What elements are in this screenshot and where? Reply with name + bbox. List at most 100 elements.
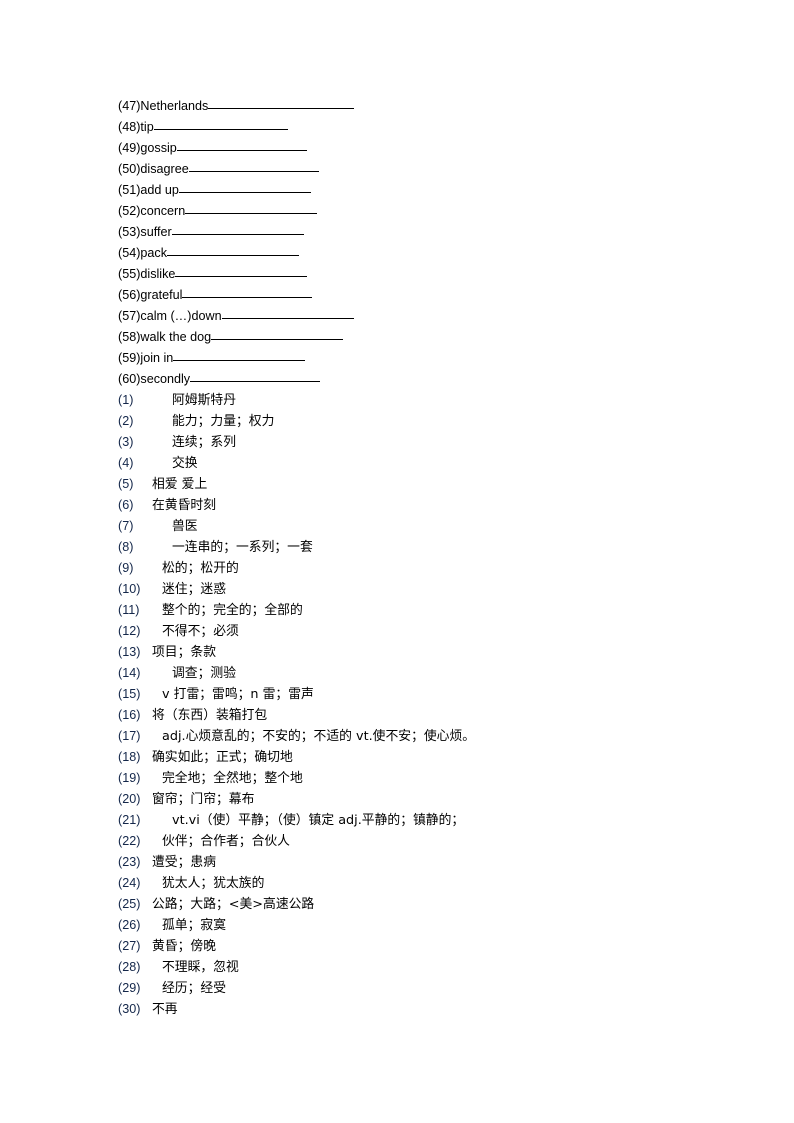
answer-row: (5) 相爱 爱上	[118, 474, 738, 495]
answer-row: (21) vt.vi（使）平静；（使）镇定 adj.平静的；镇静的；	[118, 810, 738, 831]
answer-blank-rule[interactable]	[188, 159, 319, 172]
answer-row: (15) v 打雷；雷鸣；n 雷；雷声	[118, 684, 738, 705]
answer-row: (6) 在黄昏时刻	[118, 495, 738, 516]
answer-text: 阿姆斯特丹	[172, 393, 236, 408]
answer-text: 在黄昏时刻	[152, 498, 216, 513]
answer-blank-rule[interactable]	[185, 201, 318, 214]
answer-row: (20) 窗帘；门帘；幕布	[118, 789, 738, 810]
answer-number: (3)	[118, 435, 134, 449]
answer-blank-rule[interactable]	[178, 180, 311, 193]
answer-text: 黄昏；傍晚	[152, 939, 216, 954]
answer-text: 遭受；患病	[152, 855, 216, 870]
answer-blank-rule[interactable]	[175, 264, 308, 277]
answer-row: (22) 伙伴；合作者；合伙人	[118, 831, 738, 852]
answer-number: (7)	[118, 519, 134, 533]
answer-number: (17)	[118, 729, 141, 743]
answer-number: (22)	[118, 834, 141, 848]
answer-row: (26) 孤单；寂寞	[118, 915, 738, 936]
answer-text: 公路；大路；<美>高速公路	[152, 897, 315, 912]
blank-term-label: (50)disagree	[118, 162, 189, 176]
answer-row: (28) 不理睬，忽视	[118, 957, 738, 978]
blank-term-label: (55)dislike	[118, 267, 176, 281]
answer-number: (21)	[118, 813, 141, 827]
chinese-answer-list: (1) 阿姆斯特丹 (2) 能力；力量；权力 (3) 连续；系列 (4) 交换 (5) 相爱 爱上…	[118, 390, 738, 1020]
blank-term-label: (51)add up	[118, 183, 179, 197]
answer-row: (24) 犹太人；犹太族的	[118, 873, 738, 894]
answer-blank-rule[interactable]	[211, 327, 344, 340]
answer-blank-rule[interactable]	[173, 348, 306, 361]
answer-number: (13)	[118, 645, 141, 659]
blank-term-label: (57)calm (…)down	[118, 309, 222, 323]
blank-row: (55)dislike	[118, 264, 738, 285]
blank-row: (57)calm (…)down	[118, 306, 738, 327]
answer-number: (23)	[118, 855, 141, 869]
answer-blank-rule[interactable]	[190, 369, 321, 382]
answer-number: (26)	[118, 918, 141, 932]
answer-row: (17) adj.心烦意乱的；不安的；不适的 vt.使不安；使心烦。	[118, 726, 738, 747]
answer-blank-rule[interactable]	[167, 243, 299, 256]
blank-term-label: (53)suffer	[118, 225, 172, 239]
document-content: (47)Netherlands (48)tip (49)gossip (50)disa…	[118, 96, 738, 1020]
answer-text: 项目；条款	[152, 645, 216, 660]
answer-number: (28)	[118, 960, 141, 974]
answer-row: (7) 兽医	[118, 516, 738, 537]
answer-row: (4) 交换	[118, 453, 738, 474]
blank-row: (48)tip	[118, 117, 738, 138]
blank-term-label: (48)tip	[118, 120, 154, 134]
answer-text: 犹太人；犹太族的	[162, 876, 265, 891]
answer-row: (13) 项目；条款	[118, 642, 738, 663]
blank-row: (59)join in	[118, 348, 738, 369]
answer-number: (9)	[118, 561, 134, 575]
answer-text: 调查；测验	[172, 666, 236, 681]
answer-text: 不得不；必须	[162, 624, 239, 639]
blank-row: (54)pack	[118, 243, 738, 264]
answer-row: (8) 一连串的；一系列；一套	[118, 537, 738, 558]
answer-row: (14) 调查；测验	[118, 663, 738, 684]
answer-blank-rule[interactable]	[208, 96, 355, 109]
answer-text: 确实如此；正式；确切地	[152, 750, 293, 765]
answer-text: 一连串的；一系列；一套	[172, 540, 313, 555]
answer-text: 交换	[172, 456, 198, 471]
english-terms-with-blanks: (47)Netherlands (48)tip (49)gossip (50)disa…	[118, 96, 738, 390]
answer-text: adj.心烦意乱的；不安的；不适的 vt.使不安；使心烦。	[162, 729, 476, 744]
answer-row: (3) 连续；系列	[118, 432, 738, 453]
answer-row: (27) 黄昏；傍晚	[118, 936, 738, 957]
answer-text: 窗帘；门帘；幕布	[152, 792, 255, 807]
answer-number: (1)	[118, 393, 134, 407]
answer-number: (12)	[118, 624, 141, 638]
answer-text: 不再	[152, 1002, 178, 1017]
answer-text: 能力；力量；权力	[172, 414, 275, 429]
answer-blank-rule[interactable]	[221, 306, 354, 319]
blank-term-label: (60)secondly	[118, 372, 191, 386]
answer-number: (16)	[118, 708, 141, 722]
blank-row: (56)grateful	[118, 285, 738, 306]
answer-blank-rule[interactable]	[176, 138, 307, 151]
blank-term-label: (52)concern	[118, 204, 186, 218]
answer-text: 松的；松开的	[162, 561, 239, 576]
answer-number: (25)	[118, 897, 141, 911]
blank-term-label: (56)grateful	[118, 288, 183, 302]
answer-number: (14)	[118, 666, 141, 680]
answer-row: (16) 将（东西）装箱打包	[118, 705, 738, 726]
blank-row: (53)suffer	[118, 222, 738, 243]
answer-text: 整个的；完全的；全部的	[162, 603, 303, 618]
answer-row: (10) 迷住；迷惑	[118, 579, 738, 600]
answer-text: 相爱 爱上	[152, 477, 208, 492]
blank-term-label: (49)gossip	[118, 141, 177, 155]
blank-row: (52)concern	[118, 201, 738, 222]
answer-row: (18) 确实如此；正式；确切地	[118, 747, 738, 768]
blank-term-label: (54)pack	[118, 246, 167, 260]
answer-number: (30)	[118, 1002, 141, 1016]
answer-row: (12) 不得不；必须	[118, 621, 738, 642]
blank-row: (60)secondly	[118, 369, 738, 390]
blank-row: (51)add up	[118, 180, 738, 201]
answer-number: (8)	[118, 540, 134, 554]
answer-blank-rule[interactable]	[182, 285, 313, 298]
answer-blank-rule[interactable]	[171, 222, 304, 235]
answer-number: (27)	[118, 939, 141, 953]
answer-blank-rule[interactable]	[153, 117, 288, 130]
answer-number: (11)	[118, 603, 140, 617]
blank-row: (50)disagree	[118, 159, 738, 180]
answer-number: (18)	[118, 750, 141, 764]
blank-term-label: (58)walk the dog	[118, 330, 212, 344]
